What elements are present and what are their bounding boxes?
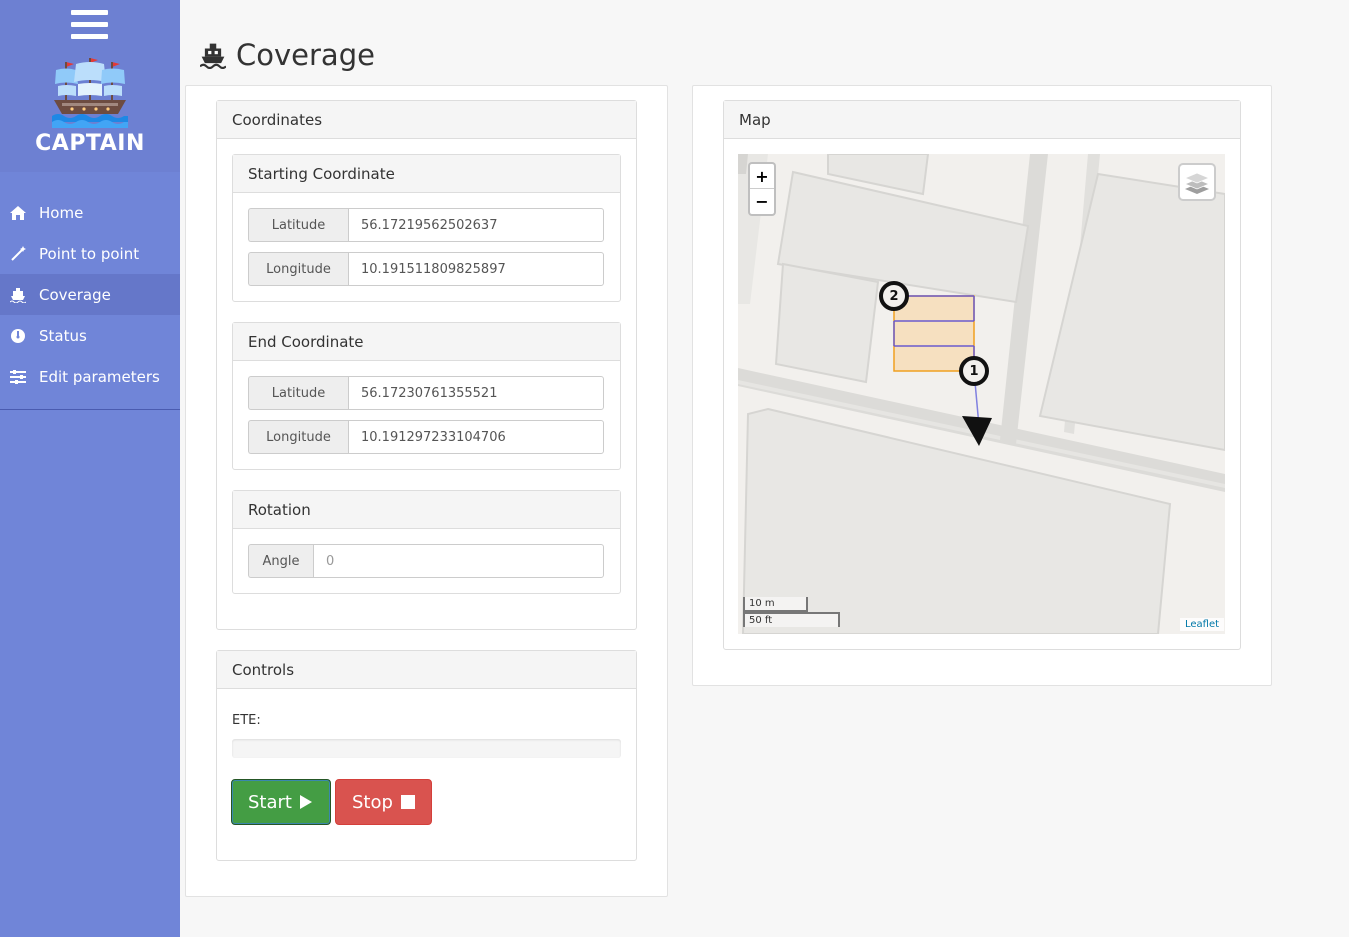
page-title: Coverage xyxy=(200,38,375,72)
waypoint-marker-end[interactable]: 2 xyxy=(879,281,909,311)
layers-icon xyxy=(1184,170,1210,194)
rotation-panel: Rotation xyxy=(232,490,621,594)
play-icon xyxy=(299,794,313,810)
end-coordinate-heading: End Coordinate xyxy=(233,323,620,361)
gauge-icon xyxy=(10,328,26,344)
leaflet-attribution-link[interactable]: Leaflet xyxy=(1180,618,1225,631)
sidebar-item-label: Point to point xyxy=(39,244,140,263)
start-button-label: Start xyxy=(248,791,292,813)
waypoint-start-label: 1 xyxy=(969,363,979,379)
start-longitude-label: Longitude xyxy=(248,252,348,286)
angle-label: Angle xyxy=(248,544,313,578)
map-canvas[interactable]: 2 1 xyxy=(738,154,1225,634)
start-latitude-input[interactable] xyxy=(348,208,604,242)
starting-coordinate-heading: Starting Coordinate xyxy=(233,155,620,193)
map-tiles xyxy=(738,154,1225,634)
scale-imperial: 50 ft xyxy=(743,612,840,627)
waypoint-marker-start[interactable]: 1 xyxy=(959,356,989,386)
ship-icon xyxy=(10,287,26,303)
end-latitude-input[interactable] xyxy=(348,376,604,410)
sidebar-item-label: Status xyxy=(39,326,87,345)
sidebar-item-coverage[interactable]: Coverage xyxy=(0,274,180,315)
captain-ship-logo xyxy=(52,58,128,132)
start-longitude-group: Longitude xyxy=(248,252,604,286)
zoom-control: + − xyxy=(748,162,776,216)
end-longitude-group: Longitude xyxy=(248,420,604,454)
sidebar-item-label: Coverage xyxy=(39,285,111,304)
sidebar-item-label: Edit parameters xyxy=(39,367,160,386)
sidebar: CAPTAIN Home Point to point Coverage Sta… xyxy=(0,0,180,937)
hamburger-menu-icon[interactable] xyxy=(71,10,108,40)
scale-metric: 10 m xyxy=(743,597,808,612)
angle-input[interactable] xyxy=(313,544,604,578)
coordinates-heading: Coordinates xyxy=(217,101,636,139)
ete-label: ETE: xyxy=(232,713,261,728)
end-latitude-group: Latitude xyxy=(248,376,604,410)
stop-button[interactable]: Stop xyxy=(335,779,432,825)
brand-name: CAPTAIN xyxy=(35,131,145,156)
sidebar-header: CAPTAIN xyxy=(0,0,180,172)
angle-group: Angle xyxy=(248,544,604,578)
layers-button[interactable] xyxy=(1178,163,1216,201)
rotation-heading: Rotation xyxy=(233,491,620,529)
controls-heading: Controls xyxy=(217,651,636,689)
end-longitude-label: Longitude xyxy=(248,420,348,454)
stop-icon xyxy=(400,795,415,809)
start-longitude-input[interactable] xyxy=(348,252,604,286)
sidebar-item-edit-parameters[interactable]: Edit parameters xyxy=(0,356,180,397)
wand-icon xyxy=(10,245,26,262)
page-title-text: Coverage xyxy=(236,38,375,72)
sidebar-item-label: Home xyxy=(39,203,84,222)
start-button[interactable]: Start xyxy=(231,779,331,825)
zoom-out-button[interactable]: − xyxy=(750,189,774,214)
ete-progress-bar xyxy=(232,739,621,758)
ship-icon xyxy=(200,41,226,69)
end-latitude-label: Latitude xyxy=(248,376,348,410)
waypoint-end-label: 2 xyxy=(889,288,899,304)
sidebar-nav: Home Point to point Coverage Status Edit… xyxy=(0,192,180,410)
map-heading: Map xyxy=(724,101,1240,139)
start-latitude-label: Latitude xyxy=(248,208,348,242)
zoom-in-button[interactable]: + xyxy=(750,164,774,189)
sidebar-item-status[interactable]: Status xyxy=(0,315,180,356)
home-icon xyxy=(10,205,26,221)
sliders-icon xyxy=(10,369,26,385)
sidebar-item-home[interactable]: Home xyxy=(0,192,180,233)
stop-button-label: Stop xyxy=(352,791,393,813)
start-latitude-group: Latitude xyxy=(248,208,604,242)
sidebar-item-point-to-point[interactable]: Point to point xyxy=(0,233,180,274)
end-longitude-input[interactable] xyxy=(348,420,604,454)
